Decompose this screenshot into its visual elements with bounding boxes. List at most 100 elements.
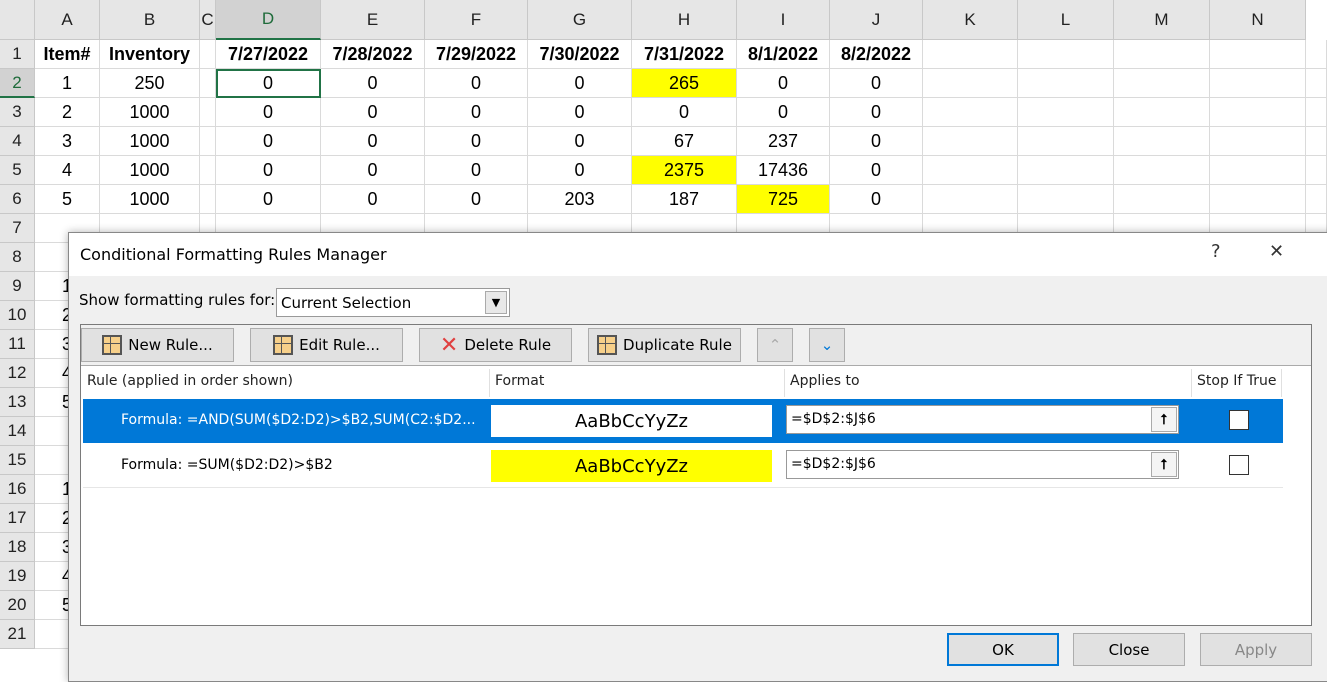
cell-K4[interactable] [923, 127, 1018, 156]
cell-I6[interactable]: 725 [737, 185, 830, 214]
row-header-6[interactable]: 6 [0, 185, 35, 214]
cell-I2[interactable]: 0 [737, 69, 830, 98]
row-header-18[interactable]: 18 [0, 533, 35, 562]
collapse-range-icon[interactable]: ⭡ [1151, 452, 1177, 477]
cell-L2[interactable] [1018, 69, 1114, 98]
cell-J4[interactable]: 0 [830, 127, 923, 156]
column-header-C[interactable]: C [200, 0, 216, 40]
column-header-E[interactable]: E [321, 0, 425, 40]
cell-M3[interactable] [1114, 98, 1210, 127]
cell-4[interactable] [1306, 127, 1327, 156]
cell-H2[interactable]: 265 [632, 69, 737, 98]
cell-A1[interactable]: Item# [35, 40, 100, 69]
cell-E2[interactable]: 0 [321, 69, 425, 98]
chevron-down-icon[interactable]: ▼ [485, 291, 507, 314]
cell-D2[interactable]: 0 [216, 69, 321, 98]
cell-G2[interactable]: 0 [528, 69, 632, 98]
cell-N2[interactable] [1210, 69, 1306, 98]
row-header-20[interactable]: 20 [0, 591, 35, 620]
cell-F4[interactable]: 0 [425, 127, 528, 156]
new-rule-button[interactable]: New Rule... [81, 328, 234, 362]
cell-B6[interactable]: 1000 [100, 185, 200, 214]
ok-button[interactable]: OK [947, 633, 1059, 666]
cell-M5[interactable] [1114, 156, 1210, 185]
column-header-F[interactable]: F [425, 0, 528, 40]
cell-N6[interactable] [1210, 185, 1306, 214]
cell-B3[interactable]: 1000 [100, 98, 200, 127]
row-header-13[interactable]: 13 [0, 388, 35, 417]
cell-K1[interactable] [923, 40, 1018, 69]
cell-M2[interactable] [1114, 69, 1210, 98]
row-header-9[interactable]: 9 [0, 272, 35, 301]
cell-F1[interactable]: 7/29/2022 [425, 40, 528, 69]
applies-to-input[interactable]: =$D$2:$J$6 ⭡ [786, 450, 1179, 479]
cell-F6[interactable]: 0 [425, 185, 528, 214]
column-header-D[interactable]: D [216, 0, 321, 40]
cell-E3[interactable]: 0 [321, 98, 425, 127]
cell-I5[interactable]: 17436 [737, 156, 830, 185]
row-header-14[interactable]: 14 [0, 417, 35, 446]
column-header-M[interactable]: M [1114, 0, 1210, 40]
cell-N5[interactable] [1210, 156, 1306, 185]
column-header-K[interactable]: K [923, 0, 1018, 40]
cell-E4[interactable]: 0 [321, 127, 425, 156]
cell-L5[interactable] [1018, 156, 1114, 185]
applies-to-input[interactable]: =$D$2:$J$6 ⭡ [786, 405, 1179, 434]
cell-I4[interactable]: 237 [737, 127, 830, 156]
cell-3[interactable] [1306, 98, 1327, 127]
cell-F3[interactable]: 0 [425, 98, 528, 127]
cell-A2[interactable]: 1 [35, 69, 100, 98]
cell-I3[interactable]: 0 [737, 98, 830, 127]
cell-F2[interactable]: 0 [425, 69, 528, 98]
row-header-7[interactable]: 7 [0, 214, 35, 243]
cell-C6[interactable] [200, 185, 216, 214]
cell-K2[interactable] [923, 69, 1018, 98]
cell-H6[interactable]: 187 [632, 185, 737, 214]
row-header-17[interactable]: 17 [0, 504, 35, 533]
cell-B1[interactable]: Inventory [100, 40, 200, 69]
cell-C1[interactable] [200, 40, 216, 69]
rule-row[interactable]: Formula: =SUM($D2:D2)>$B2 AaBbCcYyZz =$D… [83, 444, 1283, 488]
cell-G4[interactable]: 0 [528, 127, 632, 156]
cell-C2[interactable] [200, 69, 216, 98]
row-header-2[interactable]: 2 [0, 69, 35, 98]
column-header-A[interactable]: A [35, 0, 100, 40]
move-down-button[interactable]: ⌄ [809, 328, 845, 362]
cell-H5[interactable]: 2375 [632, 156, 737, 185]
cell-J6[interactable]: 0 [830, 185, 923, 214]
delete-rule-button[interactable]: ✕ Delete Rule [419, 328, 572, 362]
cell-M6[interactable] [1114, 185, 1210, 214]
column-header-I[interactable]: I [737, 0, 830, 40]
help-icon[interactable]: ? [1211, 241, 1221, 262]
cell-D6[interactable]: 0 [216, 185, 321, 214]
select-all-corner[interactable] [0, 0, 35, 40]
row-header-11[interactable]: 11 [0, 330, 35, 359]
cell-L1[interactable] [1018, 40, 1114, 69]
cell-2[interactable] [1306, 69, 1327, 98]
cell-G6[interactable]: 203 [528, 185, 632, 214]
move-up-button[interactable]: ⌃ [757, 328, 793, 362]
column-header-L[interactable]: L [1018, 0, 1114, 40]
row-header-10[interactable]: 10 [0, 301, 35, 330]
cell-G3[interactable]: 0 [528, 98, 632, 127]
cell-H3[interactable]: 0 [632, 98, 737, 127]
cell-N1[interactable] [1210, 40, 1306, 69]
cell-M4[interactable] [1114, 127, 1210, 156]
row-header-8[interactable]: 8 [0, 243, 35, 272]
cell-K5[interactable] [923, 156, 1018, 185]
cell-B5[interactable]: 1000 [100, 156, 200, 185]
edit-rule-button[interactable]: Edit Rule... [250, 328, 403, 362]
collapse-range-icon[interactable]: ⭡ [1151, 407, 1177, 432]
cell-M1[interactable] [1114, 40, 1210, 69]
stop-if-true-checkbox[interactable] [1229, 410, 1249, 430]
row-header-19[interactable]: 19 [0, 562, 35, 591]
cell-K6[interactable] [923, 185, 1018, 214]
column-header-H[interactable]: H [632, 0, 737, 40]
cell-J2[interactable]: 0 [830, 69, 923, 98]
cell-F5[interactable]: 0 [425, 156, 528, 185]
cell-A5[interactable]: 4 [35, 156, 100, 185]
cell-A6[interactable]: 5 [35, 185, 100, 214]
show-rules-select[interactable]: Current Selection ▼ [276, 288, 510, 317]
cell-C4[interactable] [200, 127, 216, 156]
cell-J3[interactable]: 0 [830, 98, 923, 127]
